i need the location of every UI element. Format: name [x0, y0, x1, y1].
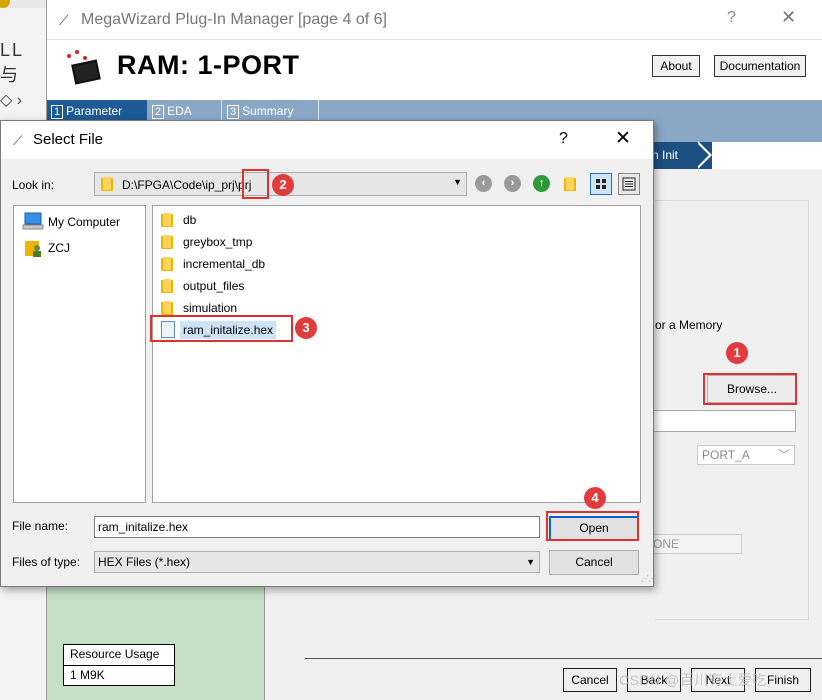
detail-view-icon[interactable]: [618, 173, 640, 195]
ram-chip-icon: [65, 50, 109, 90]
new-folder-icon[interactable]: [564, 177, 582, 195]
wizard-cancel-button[interactable]: Cancel: [563, 668, 617, 692]
list-view-icon[interactable]: [590, 173, 612, 195]
annotation-box-browse: [703, 373, 797, 405]
wizard-title: MegaWizard Plug-In Manager [page 4 of 6]: [81, 11, 387, 28]
annotation-number: 3: [295, 317, 317, 339]
parent-folder-icon[interactable]: ↑: [533, 175, 551, 193]
folder-icon: [101, 177, 113, 191]
wizard-header: RAM: 1-PORT About Documentation: [47, 40, 822, 100]
wizard-tab-bar: 1 Parameter 2 EDA 3 Summary: [47, 100, 822, 122]
watermark: CSDN @百川有土爱吃: [619, 672, 767, 688]
folder-icon: [161, 213, 173, 227]
wand-icon: ⟋: [13, 133, 23, 148]
annotation-box-open: [546, 511, 639, 541]
annotation-number: 4: [584, 487, 606, 509]
folder-icon: [161, 235, 173, 249]
files-of-type-select[interactable]: HEX Files (*.hex) ▼: [94, 551, 540, 573]
dialog-cancel-button[interactable]: Cancel: [549, 550, 639, 575]
documentation-button[interactable]: Documentation: [714, 55, 806, 77]
back-nav-icon[interactable]: ‹: [475, 175, 493, 193]
close-button[interactable]: ✕: [781, 7, 796, 28]
annotation-box-file: [150, 315, 293, 342]
about-button[interactable]: About: [652, 55, 700, 77]
resource-usage-value: 1 M9K: [64, 665, 174, 685]
dialog-title: Select File: [33, 131, 104, 148]
annotation-number: 2: [272, 174, 294, 196]
annotation-number: 1: [726, 342, 748, 364]
folder-icon: [161, 301, 173, 315]
chevron-icon: ◇ ›: [0, 92, 23, 109]
chevron-down-icon: ﹀: [777, 448, 790, 462]
files-of-type-label: Files of type:: [12, 555, 81, 569]
step-label[interactable]: n Init: [652, 148, 678, 162]
folder-icon: [161, 279, 173, 293]
background-text: LL 与: [0, 40, 24, 85]
file-list: db greybox_tmp incremental_db output_fil…: [152, 205, 641, 503]
tab-eda[interactable]: 2 EDA: [148, 100, 222, 122]
dropdown-arrow-icon: ▼: [453, 177, 462, 187]
one-field: ONE: [652, 534, 742, 554]
computer-icon: [22, 212, 44, 230]
resize-grip-icon[interactable]: ⋰⋰: [641, 574, 656, 583]
dialog-help-button[interactable]: ?: [559, 130, 568, 148]
tab-parameter[interactable]: 1 Parameter: [47, 100, 147, 122]
forward-nav-icon[interactable]: ›: [504, 175, 522, 193]
wizard-heading: RAM: 1-PORT: [117, 50, 300, 80]
port-select[interactable]: PORT_A ﹀: [697, 445, 795, 465]
wizard-titlebar: ⟋ MegaWizard Plug-In Manager [page 4 of …: [47, 0, 822, 40]
divider: [305, 658, 822, 659]
wizard-step-bar: n Init: [652, 141, 822, 169]
places-sidebar: My Computer ZCJ: [13, 205, 146, 503]
resource-usage-table: Resource Usage 1 M9K: [63, 644, 175, 686]
file-name-input[interactable]: ram_initalize.hex: [94, 516, 540, 538]
look-in-label: Look in:: [12, 178, 55, 192]
file-name-label: File name:: [12, 519, 69, 533]
resource-usage-header: Resource Usage: [70, 647, 160, 661]
dialog-close-button[interactable]: ✕: [615, 127, 631, 150]
help-button[interactable]: ?: [727, 9, 736, 27]
annotation-box-path: [242, 169, 269, 199]
user-folder-icon: [25, 241, 41, 257]
dialog-titlebar: ⟋ Select File ? ✕: [1, 121, 653, 159]
wand-icon: ⟋: [59, 12, 69, 28]
memory-init-label: or a Memory: [655, 318, 723, 332]
folder-icon: [161, 257, 173, 271]
init-file-field[interactable]: [652, 410, 796, 432]
look-in-path: D:\FPGA\Code\ip_prj\prj: [122, 178, 252, 192]
tab-summary[interactable]: 3 Summary: [223, 100, 319, 122]
dropdown-arrow-icon: ▼: [526, 557, 535, 567]
